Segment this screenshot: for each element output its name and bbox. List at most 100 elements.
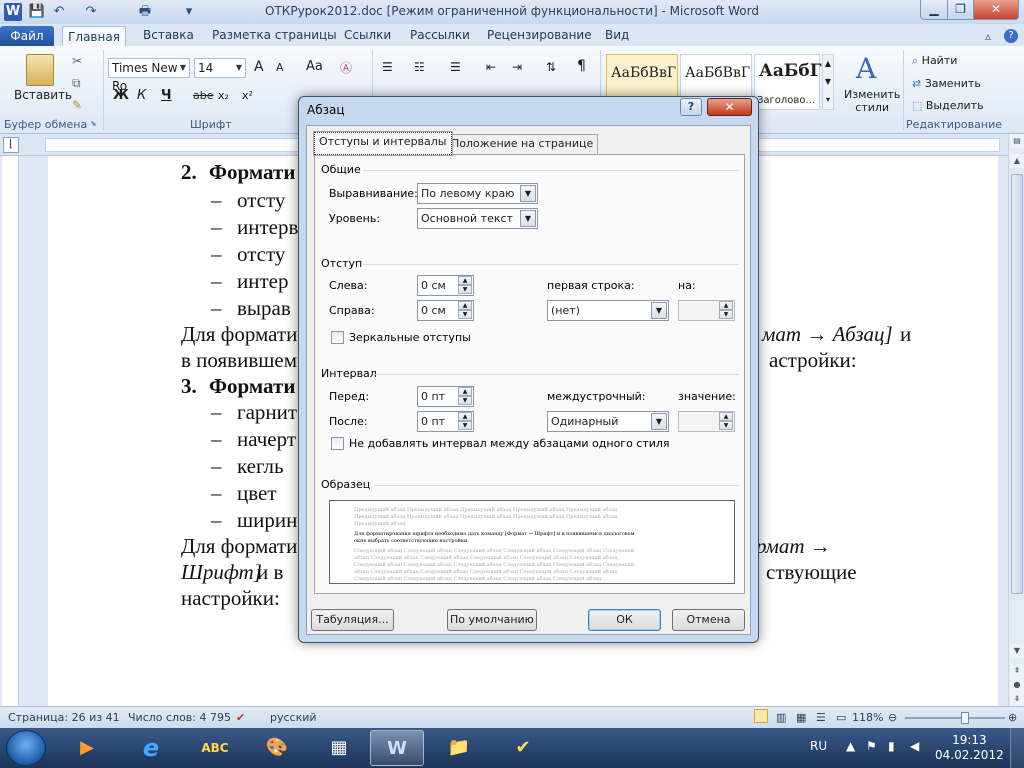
find-button[interactable]: ⌕ Найти [912,54,957,68]
browse-object-icon[interactable]: ● [1010,678,1024,692]
decrease-indent-icon[interactable]: ⇤ [486,60,496,74]
taskbar-checklist-icon[interactable]: ✔ [496,730,550,766]
tab-view[interactable]: Вид [605,28,629,47]
mirror-indents-checkbox[interactable] [331,331,344,344]
draft-view-icon[interactable]: ▭ [836,711,846,724]
vertical-scrollbar[interactable]: ▤ ▲ ▼ ⇞ ● ⇟ [1008,134,1024,706]
format-painter-icon[interactable]: ✎ [72,98,82,112]
spacing-at-spinner[interactable]: ▲ ▼ [678,411,735,432]
web-view-icon[interactable]: ▦ [796,711,806,724]
print-layout-view-icon[interactable] [754,709,768,723]
alignment-select[interactable]: По левому краю ▼ [417,183,538,204]
spin-up-icon[interactable]: ▲ [458,412,472,421]
taskbar-paint-icon[interactable]: 🎨 [250,730,304,766]
sort-icon[interactable]: ⇅ [546,60,556,74]
increase-indent-icon[interactable]: ⇥ [512,60,522,74]
outline-view-icon[interactable]: ☰ [816,711,826,724]
maximize-button[interactable]: ❐ [947,0,974,20]
tab-home[interactable]: Главная [62,26,126,48]
spin-down-icon[interactable]: ▼ [458,285,472,294]
italic-button[interactable]: К [137,88,146,103]
zoom-slider[interactable] [905,712,1005,724]
spacing-before-spinner[interactable]: 0 пт ▲ ▼ [417,386,474,407]
taskbar-browser-icon[interactable]: e [124,730,178,766]
spin-down-icon[interactable]: ▼ [458,421,472,430]
outline-level-select[interactable]: Основной текст ▼ [417,208,538,229]
shrink-font-button[interactable]: A [276,61,284,74]
spin-up-icon[interactable]: ▲ [719,412,733,421]
tab-file[interactable]: Файл [0,26,54,47]
spin-up-icon[interactable]: ▲ [458,276,472,285]
change-case-button[interactable]: Aa [306,59,323,74]
taskbar-abc-icon[interactable]: ABC [188,730,242,766]
underline-button[interactable]: Ч [161,88,172,103]
bold-button[interactable]: Ж [113,88,129,103]
first-line-select[interactable]: (нет) ▼ [547,300,669,321]
superscript-button[interactable]: x² [242,89,253,102]
page-count[interactable]: Страница: 26 из 41 [8,711,120,724]
minimize-button[interactable]: ▁ [920,0,948,20]
spin-up-icon[interactable]: ▲ [719,301,733,310]
numbering-icon[interactable]: ☷ [414,60,425,74]
taskbar-explorer-icon[interactable]: 📁 [432,730,486,766]
tab-insert[interactable]: Вставка [143,28,194,47]
grow-font-button[interactable]: A [254,59,264,75]
clock[interactable]: 19:13 04.02.2012 [935,733,1004,763]
tab-references[interactable]: Ссылки [344,28,391,47]
tray-volume-icon[interactable]: ◀ [910,739,919,753]
font-name-combo[interactable]: Times New Ro ▼ [108,58,190,93]
next-page-icon[interactable]: ⇟ [1010,692,1024,706]
cancel-button[interactable]: Отмена [672,609,745,631]
indent-right-spinner[interactable]: 0 см ▲ ▼ [417,300,474,321]
tab-page-layout[interactable]: Разметка страницы [212,28,337,47]
copy-icon[interactable]: ⧉ [72,76,81,91]
multilevel-list-icon[interactable]: ☰ [450,60,461,74]
spin-down-icon[interactable]: ▼ [719,310,733,319]
spacing-after-spinner[interactable]: 0 пт ▲ ▼ [417,411,474,432]
taskbar-calculator-icon[interactable]: ▦ [312,730,366,766]
font-size-combo[interactable]: 14 ▼ [194,58,246,78]
spin-up-icon[interactable]: ▲ [458,387,472,396]
spin-up-icon[interactable]: ▲ [458,301,472,310]
ok-button[interactable]: ОК [588,609,661,631]
tray-flag-icon[interactable]: ⚑ [866,739,877,753]
indent-by-spinner[interactable]: ▲ ▼ [678,300,735,321]
tabs-button[interactable]: Табуляция... [311,609,394,631]
change-styles-icon[interactable]: A [856,52,876,85]
spin-down-icon[interactable]: ▼ [458,310,472,319]
tab-review[interactable]: Рецензирование [487,28,592,47]
input-language[interactable]: RU [810,739,827,753]
style-heading[interactable]: АаБбГ Заголово... [754,54,821,110]
strikethrough-button[interactable]: abe [193,89,214,102]
ruler-toggle-icon[interactable]: ▤ [1010,134,1024,148]
reading-view-icon[interactable]: ▥ [776,711,786,724]
styles-scroll[interactable]: ▲ ▼ ▾ [822,54,834,110]
tray-expand-icon[interactable]: ▲ [846,739,855,753]
tab-line-page-breaks[interactable]: Положение на странице [446,134,599,154]
clipboard-launcher-icon[interactable]: ⬊ [90,119,97,128]
bullets-icon[interactable]: ☰ [382,60,393,74]
zoom-slider-thumb[interactable] [961,712,969,724]
taskbar-media-player-icon[interactable]: ▶ [60,730,114,766]
start-button[interactable] [6,730,46,766]
close-button[interactable]: ✕ [973,0,1019,20]
show-marks-button[interactable]: ¶ [577,58,586,74]
show-desktop-button[interactable] [1010,728,1024,768]
zoom-out-icon[interactable]: ⊖ [888,711,897,724]
prev-page-icon[interactable]: ⇞ [1010,664,1024,678]
ribbon-minimize-icon[interactable]: ▵ [985,29,991,43]
help-icon[interactable]: ? [1004,29,1018,43]
tab-mailings[interactable]: Рассылки [410,28,470,47]
no-space-same-style-checkbox[interactable] [331,437,344,450]
spin-down-icon[interactable]: ▼ [458,396,472,405]
cut-icon[interactable]: ✂ [72,54,82,68]
indent-left-spinner[interactable]: 0 см ▲ ▼ [417,275,474,296]
spin-down-icon[interactable]: ▼ [719,421,733,430]
tray-network-icon[interactable]: ▮ [888,739,895,753]
zoom-level[interactable]: 118% [852,711,883,724]
change-styles-button[interactable]: Изменить стили [844,88,900,114]
paste-button[interactable]: Вставить [14,88,72,102]
subscript-button[interactable]: x₂ [218,89,229,102]
taskbar-word-icon[interactable]: W [370,730,424,766]
vertical-ruler[interactable] [2,156,19,706]
